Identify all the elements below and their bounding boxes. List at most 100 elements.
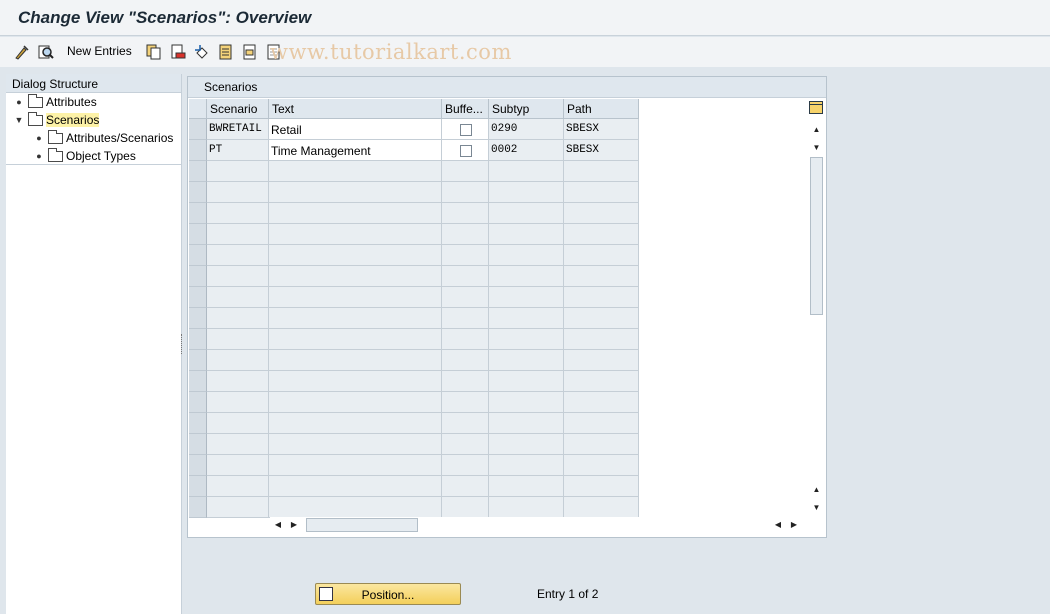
empty-cell [564, 476, 639, 497]
empty-table-row [189, 455, 809, 476]
tree-item-scenarios[interactable]: ▼ Scenarios [14, 111, 100, 129]
empty-cell [269, 434, 442, 455]
empty-cell [564, 392, 639, 413]
undo-icon[interactable] [193, 43, 211, 61]
empty-cell [207, 497, 269, 518]
scroll-page-down-icon[interactable]: ▼ [810, 501, 823, 515]
table-row: BWRETAIL Retail 0290 SBESX [189, 119, 809, 140]
delete-icon[interactable] [169, 43, 187, 61]
empty-cell [269, 245, 442, 266]
empty-cell [564, 455, 639, 476]
tree-item-label: Object Types [66, 149, 136, 163]
column-header-buffered[interactable]: Buffe... [442, 99, 489, 119]
empty-cell [207, 476, 269, 497]
tree-item-object-types[interactable]: ● Object Types [34, 147, 136, 165]
empty-table-row [189, 497, 809, 518]
select-block-icon[interactable] [241, 43, 259, 61]
cell-path: SBESX [564, 119, 639, 140]
empty-cell [442, 266, 489, 287]
empty-cell [442, 329, 489, 350]
column-header-scenario[interactable]: Scenario [207, 99, 269, 119]
row-selector[interactable] [189, 476, 207, 497]
row-selector[interactable] [189, 182, 207, 203]
column-header-subtyp[interactable]: Subtyp [489, 99, 564, 119]
row-selector[interactable] [189, 224, 207, 245]
scroll-right-icon[interactable]: ▶ [288, 518, 300, 532]
empty-cell [489, 245, 564, 266]
empty-cell [564, 161, 639, 182]
buffered-checkbox[interactable] [460, 145, 472, 157]
empty-cell [269, 266, 442, 287]
scroll-far-right-icon[interactable]: ▶ [788, 518, 800, 532]
empty-table-row [189, 434, 809, 455]
empty-cell [442, 182, 489, 203]
row-selector[interactable] [189, 140, 207, 161]
empty-cell [489, 287, 564, 308]
buffered-checkbox[interactable] [460, 124, 472, 136]
page-title: Change View "Scenarios": Overview [18, 8, 312, 27]
row-selector[interactable] [189, 371, 207, 392]
copy-icon[interactable] [145, 43, 163, 61]
details-icon[interactable] [37, 43, 55, 61]
row-selector[interactable] [189, 329, 207, 350]
empty-cell [442, 287, 489, 308]
column-header-text[interactable]: Text [269, 99, 442, 119]
scroll-page-up-icon[interactable]: ▲ [810, 483, 823, 497]
row-selector[interactable] [189, 287, 207, 308]
row-selector[interactable] [189, 266, 207, 287]
empty-cell [564, 434, 639, 455]
tree-item-attributes[interactable]: ● Attributes [14, 93, 97, 111]
empty-cell [269, 413, 442, 434]
empty-cell [269, 224, 442, 245]
horizontal-scroll-thumb[interactable] [306, 518, 418, 532]
row-selector[interactable] [189, 392, 207, 413]
cell-scenario: PT [207, 140, 269, 161]
new-entries-button[interactable]: New Entries [67, 44, 132, 58]
cell-text[interactable]: Retail [269, 119, 442, 140]
horizontal-scrollbar[interactable]: ◀ ▶ ◀ ▶ [270, 517, 808, 534]
position-button-label: Position... [361, 588, 415, 602]
empty-cell [489, 308, 564, 329]
empty-cell [207, 266, 269, 287]
tree-item-attributes-scenarios[interactable]: ● Attributes/Scenarios [34, 129, 173, 147]
scroll-left-icon[interactable]: ◀ [272, 518, 284, 532]
empty-cell [442, 161, 489, 182]
panel-splitter[interactable] [181, 334, 184, 354]
select-all-cell[interactable] [189, 99, 207, 119]
row-selector[interactable] [189, 434, 207, 455]
empty-cell [489, 182, 564, 203]
empty-cell [207, 455, 269, 476]
scroll-down-icon[interactable]: ▼ [810, 141, 823, 155]
row-selector[interactable] [189, 497, 207, 518]
row-selector[interactable] [189, 413, 207, 434]
empty-table-row [189, 350, 809, 371]
cell-path: SBESX [564, 140, 639, 161]
scroll-far-left-icon[interactable]: ◀ [772, 518, 784, 532]
tree-divider [6, 164, 182, 165]
empty-cell [564, 287, 639, 308]
row-selector[interactable] [189, 350, 207, 371]
row-selector[interactable] [189, 245, 207, 266]
scenarios-table-panel: Scenarios Scenario Text Buffe... Subtyp … [187, 76, 827, 538]
row-selector[interactable] [189, 161, 207, 182]
table-settings-icon[interactable] [809, 101, 823, 114]
row-selector[interactable] [189, 119, 207, 140]
row-selector[interactable] [189, 455, 207, 476]
display-change-icon[interactable] [13, 43, 31, 61]
bullet-icon: ● [36, 133, 42, 143]
select-all-icon[interactable] [217, 43, 235, 61]
empty-cell [564, 308, 639, 329]
row-selector[interactable] [189, 308, 207, 329]
empty-cell [489, 224, 564, 245]
vertical-scrollbar[interactable]: ▲ ▼ ▲ ▼ [808, 99, 825, 519]
empty-cell [269, 371, 442, 392]
scroll-up-icon[interactable]: ▲ [810, 123, 823, 137]
row-selector[interactable] [189, 203, 207, 224]
cell-text[interactable]: Time Management [269, 140, 442, 161]
table-title: Scenarios [188, 77, 826, 98]
column-header-path[interactable]: Path [564, 99, 639, 119]
position-button[interactable]: Position... [315, 583, 461, 605]
empty-cell [207, 224, 269, 245]
vertical-scroll-thumb[interactable] [810, 157, 823, 315]
expand-arrow-icon[interactable]: ▼ [14, 115, 24, 125]
